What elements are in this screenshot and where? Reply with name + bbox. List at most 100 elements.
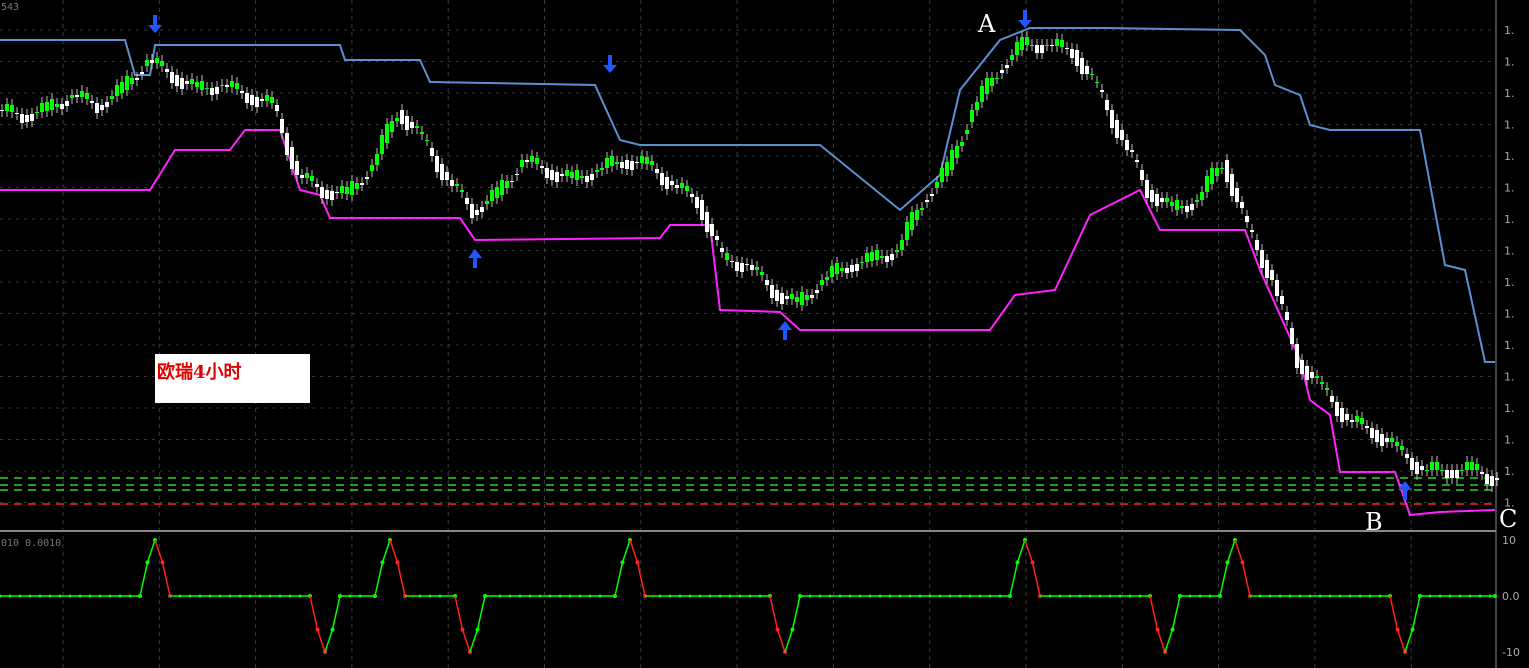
oscillator-baseline-dot — [548, 594, 552, 598]
candle-body — [1420, 466, 1424, 470]
oscillator-baseline-dot — [1368, 594, 1372, 598]
candle-body — [765, 280, 769, 285]
candle-body — [985, 78, 989, 94]
oscillator-baseline-dot — [268, 594, 272, 598]
oscillator-baseline-dot — [1278, 594, 1282, 598]
candle-body — [1050, 45, 1054, 46]
candle-body — [335, 192, 339, 193]
candle-body — [525, 160, 529, 162]
candle-body — [1255, 240, 1259, 250]
candle-body — [880, 256, 884, 258]
oscillator-baseline-dot — [1358, 594, 1362, 598]
candle-body — [885, 256, 889, 262]
y-tick-label: 1. — [1504, 213, 1515, 226]
top-left-value: 543 — [1, 2, 20, 13]
candle-body — [115, 85, 119, 96]
candle-body — [1380, 434, 1384, 446]
oscillator-segment — [309, 595, 319, 630]
candle-body — [415, 126, 419, 128]
candle-body — [830, 266, 834, 277]
oscillator-segment — [776, 629, 786, 653]
candle-body — [1280, 296, 1284, 304]
oscillator-baseline-dot — [248, 594, 252, 598]
oscillator-baseline-dot — [48, 594, 52, 598]
candle-body — [1045, 45, 1049, 46]
sell-arrow-icon — [603, 55, 617, 73]
candle-body — [1155, 194, 1159, 206]
candle-body — [10, 105, 14, 112]
candle-body — [160, 61, 164, 66]
candle-body — [1250, 230, 1254, 232]
candle-body — [1065, 48, 1069, 49]
oscillator-baseline-dot — [918, 594, 922, 598]
oscillator-baseline-dot — [18, 594, 22, 598]
candle-body — [235, 83, 239, 89]
candle-body — [255, 97, 259, 107]
candle-body — [1010, 55, 1014, 60]
candle-body — [480, 207, 484, 212]
candle-body — [185, 81, 189, 84]
candle-body — [495, 187, 499, 198]
candle-body — [365, 177, 369, 179]
oscillator-baseline-dot — [1288, 594, 1292, 598]
oscillator-segment — [324, 629, 334, 653]
oscillator-segment — [1234, 539, 1244, 563]
candle-body — [1310, 372, 1314, 378]
candle-body — [1165, 198, 1169, 202]
candle-body — [595, 170, 599, 172]
candle-body — [1290, 328, 1294, 344]
candle-body — [65, 101, 69, 106]
oscillator-baseline-dot — [188, 594, 192, 598]
oscillator-baseline-dot — [668, 594, 672, 598]
candle-body — [675, 185, 679, 188]
candle-body — [1115, 120, 1119, 138]
oscillator-segment — [1226, 539, 1236, 563]
oscillator-segment — [1156, 629, 1166, 653]
oscillator-segment — [1219, 562, 1229, 597]
candle-body — [325, 190, 329, 199]
y-tick-label: 1. — [1504, 150, 1515, 163]
y-tick-label: 1. — [1504, 402, 1515, 415]
candle-body — [1300, 360, 1304, 374]
oscillator-baseline-dot — [258, 594, 262, 598]
oscillator-segment — [1031, 562, 1041, 597]
oscillator-baseline-dot — [988, 594, 992, 598]
candle-body — [110, 96, 114, 99]
candle-body — [520, 160, 524, 167]
y-tick-label: 1. — [1504, 119, 1515, 132]
candle-body — [175, 75, 179, 86]
candle-body — [1140, 170, 1144, 180]
y-tick-label: 1. — [1504, 87, 1515, 100]
candle-body — [100, 105, 104, 110]
candle-body — [1415, 462, 1419, 474]
candle-body — [960, 142, 964, 146]
candle-body — [535, 158, 539, 164]
oscillator-segment — [629, 539, 639, 563]
oscillator-baseline-dot — [738, 594, 742, 598]
candle-body — [215, 87, 219, 94]
candle-body — [200, 81, 204, 90]
oscillator-baseline-dot — [1428, 594, 1432, 598]
oscillator-baseline-dot — [998, 594, 1002, 598]
oscillator-segment — [454, 595, 464, 630]
candle-body — [980, 86, 984, 102]
oscillator-segment — [636, 562, 646, 597]
candle-body — [165, 69, 169, 72]
candle-body — [1085, 66, 1089, 74]
oscillator-baseline-dot — [1188, 594, 1192, 598]
oscillator-segment — [791, 595, 801, 630]
oscillator-baseline-dot — [28, 594, 32, 598]
point-label-c: C — [1499, 505, 1518, 533]
candle-body — [1150, 190, 1154, 202]
annotation-text: 欧瑞4小时 — [157, 362, 242, 383]
candle-body — [695, 197, 699, 208]
y-tick-label: 1. — [1504, 276, 1515, 289]
candle-body — [135, 78, 139, 80]
oscillator-baseline-dot — [708, 594, 712, 598]
candle-body — [475, 210, 479, 215]
candle-body — [560, 174, 564, 176]
candle-body — [1055, 39, 1059, 46]
candle-body — [825, 277, 829, 280]
candle-body — [1370, 428, 1374, 438]
candle-body — [895, 250, 899, 252]
